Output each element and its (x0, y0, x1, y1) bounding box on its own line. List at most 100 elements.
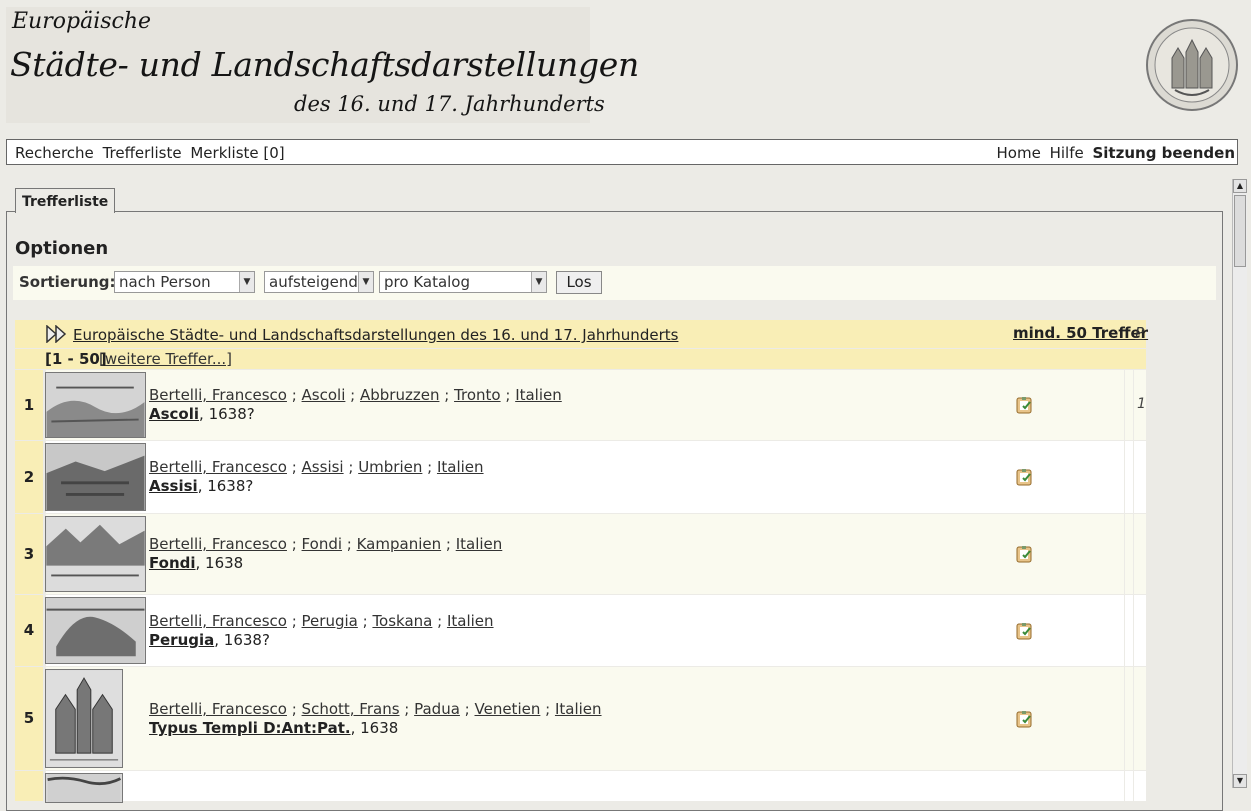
title-line-3: des 16. und 17. Jahrhunderts (294, 92, 605, 116)
sort-order-select[interactable]: aufsteigend ▼ (264, 271, 374, 293)
subject-link[interactable]: Italien (515, 386, 562, 404)
subject-link[interactable]: Fondi (302, 535, 342, 553)
clipboard-icon[interactable] (1015, 621, 1035, 641)
thumbnail-image[interactable] (45, 597, 146, 664)
subject-link[interactable]: Assisi (302, 458, 344, 476)
row-subjects: Bertelli, Francesco ; Fondi ; Kampanien … (149, 535, 503, 553)
row-title: Perugia, 1638? (149, 631, 270, 649)
nav-recherche[interactable]: Recherche (15, 144, 94, 162)
range-label: [1 - 50] (45, 350, 107, 368)
tab-trefferliste[interactable]: Trefferliste (15, 188, 116, 213)
row-title: Typus Templi D:Ant:Pat., 1638 (149, 719, 398, 737)
row-date: , 1638 (350, 719, 399, 737)
scroll-up-icon[interactable]: ▲ (1233, 179, 1247, 193)
title-link[interactable]: Fondi (149, 554, 196, 572)
nav-trefferliste[interactable]: Trefferliste (103, 144, 182, 162)
result-range: [1 - 50] [weitere Treffer...] (15, 349, 1146, 369)
scroll-down-icon[interactable]: ▼ (1233, 774, 1247, 788)
sort-order-value: aufsteigend (269, 273, 358, 291)
thumbnail-image[interactable] (45, 669, 123, 768)
go-button[interactable]: Los (556, 271, 602, 294)
site-title: Europäische Städte- und Landschaftsdarst… (6, 7, 639, 123)
title-link[interactable]: Ascoli (149, 405, 199, 423)
title-link[interactable]: Perugia (149, 631, 214, 649)
clipboard-icon[interactable] (1015, 709, 1035, 729)
subject-link[interactable]: Bertelli, Francesco (149, 535, 287, 553)
subject-link[interactable]: Venetien (475, 700, 541, 718)
sort-by-value: nach Person (119, 273, 211, 291)
row-number: 1 (15, 370, 43, 440)
row-number (15, 771, 43, 801)
subject-link[interactable]: Toskana (372, 612, 432, 630)
sort-scope-value: pro Katalog (384, 273, 471, 291)
row-title: Fondi, 1638 (149, 554, 243, 572)
row-subjects: Bertelli, Francesco ; Perugia ; Toskana … (149, 612, 494, 630)
more-hits-link[interactable]: [weitere Treffer...] (99, 350, 232, 368)
table-row: 5 Bertelli, Francesco ; Schott, Frans ; … (15, 667, 1146, 770)
subject-link[interactable]: Perugia (302, 612, 358, 630)
thumbnail-image[interactable] (45, 516, 146, 592)
options-heading: Optionen (15, 238, 109, 259)
catalog-link[interactable]: Europäische Städte- und Landschaftsdarst… (73, 326, 678, 344)
subject-link[interactable]: Tronto (454, 386, 501, 404)
nav-hilfe[interactable]: Hilfe (1050, 144, 1084, 162)
subject-link[interactable]: Bertelli, Francesco (149, 612, 287, 630)
title-line-2: Städte- und Landschaftsdarstellungen (10, 45, 639, 84)
scroll-thumb[interactable] (1234, 195, 1246, 267)
title-line-1: Europäische (12, 9, 152, 34)
sort-scope-select[interactable]: pro Katalog ▼ (379, 271, 547, 293)
subject-link[interactable]: Bertelli, Francesco (149, 700, 287, 718)
subject-link[interactable]: Schott, Frans (302, 700, 400, 718)
catalog-header: Europäische Städte- und Landschaftsdarst… (15, 320, 1148, 348)
row-number: 2 (15, 441, 43, 513)
min-hits-link[interactable]: mind. 50 Treffer (1013, 324, 1148, 342)
subject-link[interactable]: Padua (414, 700, 460, 718)
subject-link[interactable]: Italien (447, 612, 494, 630)
page-header: Europäische Städte- und Landschaftsdarst… (0, 0, 1251, 134)
thumbnail-image[interactable] (45, 773, 123, 803)
subject-link[interactable]: Italien (456, 535, 503, 553)
table-row: 3 Bertelli, Francesco ; Fondi ; Kampanie… (15, 514, 1146, 594)
row-number: 5 (15, 667, 43, 770)
thumbnail-image[interactable] (45, 443, 146, 511)
subject-link[interactable]: Kampanien (357, 535, 442, 553)
row-date: , 1638? (197, 477, 254, 495)
table-row: 4 Bertelli, Francesco ; Perugia ; Toskan… (15, 595, 1146, 666)
row-number: 4 (15, 595, 43, 666)
chevron-down-icon: ▼ (358, 272, 373, 292)
clipboard-icon[interactable] (1015, 467, 1035, 487)
title-link[interactable]: Assisi (149, 477, 198, 495)
table-row: 2 Bertelli, Francesco ; Assisi ; Umbrien… (15, 441, 1146, 513)
vertical-scrollbar[interactable]: ▲ ▼ (1232, 179, 1247, 788)
row-date: , 1638? (214, 631, 270, 649)
p-column-link[interactable]: P (1135, 324, 1144, 342)
subject-link[interactable]: Italien (437, 458, 484, 476)
title-link[interactable]: Typus Templi D:Ant:Pat. (149, 719, 351, 737)
row-subjects: Bertelli, Francesco ; Ascoli ; Abbruzzen… (149, 386, 562, 404)
row-number: 3 (15, 514, 43, 594)
clipboard-icon[interactable] (1015, 395, 1035, 415)
nav-merkliste[interactable]: Merkliste [0] (190, 144, 284, 162)
logout-link[interactable]: Sitzung beenden (1092, 144, 1235, 162)
row-date: , 1638? (199, 405, 255, 423)
subject-link[interactable]: Abbruzzen (360, 386, 439, 404)
row-date: , 1638 (195, 554, 244, 572)
subject-link[interactable]: Bertelli, Francesco (149, 386, 287, 404)
sort-label: Sortierung: (19, 273, 116, 291)
sort-options-bar: Sortierung: nach Person ▼ aufsteigend ▼ … (13, 266, 1216, 300)
table-row (15, 771, 1146, 803)
chevron-down-icon: ▼ (531, 272, 546, 292)
chevron-down-icon: ▼ (239, 272, 254, 292)
thumbnail-image[interactable] (45, 372, 146, 438)
subject-link[interactable]: Ascoli (302, 386, 346, 404)
main-nav: Recherche Trefferliste Merkliste [0] Hom… (6, 139, 1238, 165)
university-seal-icon (1146, 19, 1238, 111)
fast-forward-icon[interactable] (46, 325, 68, 343)
row-subjects: Bertelli, Francesco ; Assisi ; Umbrien ;… (149, 458, 484, 476)
subject-link[interactable]: Umbrien (358, 458, 422, 476)
subject-link[interactable]: Bertelli, Francesco (149, 458, 287, 476)
sort-by-select[interactable]: nach Person ▼ (114, 271, 255, 293)
subject-link[interactable]: Italien (555, 700, 602, 718)
nav-home[interactable]: Home (997, 144, 1041, 162)
clipboard-icon[interactable] (1015, 544, 1035, 564)
